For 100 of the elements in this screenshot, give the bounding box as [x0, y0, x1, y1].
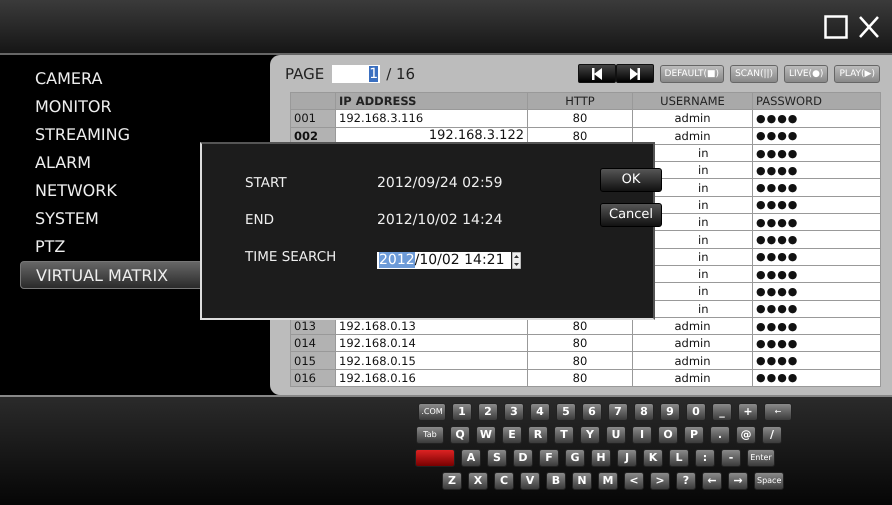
- keyboard-key[interactable]: Space: [754, 472, 784, 490]
- dialog-button[interactable]: OK: [600, 168, 662, 192]
- keyboard-key[interactable]: X: [468, 472, 488, 490]
- keyboard-key[interactable]: .: [710, 426, 730, 444]
- keyboard-key[interactable]: -: [721, 449, 741, 467]
- keyboard-key[interactable]: V: [520, 472, 540, 490]
- keyboard-key[interactable]: →: [728, 472, 748, 490]
- password-cell: ●●●●: [752, 214, 880, 231]
- keyboard-key[interactable]: K: [643, 449, 663, 467]
- table-cell: 192.168.0.16: [336, 369, 528, 387]
- keyboard-key[interactable]: 2: [478, 403, 498, 421]
- keyboard-key[interactable]: +: [738, 403, 758, 421]
- menu-item[interactable]: MONITOR: [20, 93, 250, 121]
- keyboard-key[interactable]: Y: [580, 426, 600, 444]
- keyboard-key[interactable]: ←: [702, 472, 722, 490]
- field-value: 2012/09/24 02:59: [377, 174, 504, 193]
- keyboard-key[interactable]: :: [695, 449, 715, 467]
- table-cell: admin: [632, 369, 752, 387]
- password-cell: ●●●●: [752, 248, 880, 266]
- keyboard-key[interactable]: @: [736, 426, 756, 444]
- page-total: / 16: [386, 64, 416, 82]
- page-label: PAGE: [285, 64, 324, 82]
- keyboard-key[interactable]: M: [598, 472, 618, 490]
- keyboard-key[interactable]: D: [513, 449, 533, 467]
- menu-item[interactable]: CAMERA: [20, 65, 250, 93]
- keyboard-key[interactable]: 0: [686, 403, 706, 421]
- keyboard-key[interactable]: 3: [504, 403, 524, 421]
- keyboard-key[interactable]: B: [546, 472, 566, 490]
- close-icon[interactable]: [858, 14, 880, 38]
- password-cell: ●●●●: [752, 369, 880, 387]
- keyboard-key[interactable]: S: [487, 449, 507, 467]
- keyboard-key[interactable]: Enter: [747, 449, 775, 467]
- dialog-button[interactable]: Cancel: [600, 203, 662, 227]
- table-cell: 80: [528, 334, 632, 352]
- keyboard-key[interactable]: R: [528, 426, 548, 444]
- table-cell: 192.168.0.15: [336, 352, 528, 370]
- password-cell: ●●●●: [752, 127, 880, 144]
- keyboard-key[interactable]: N: [572, 472, 592, 490]
- keyboard-key[interactable]: U: [606, 426, 626, 444]
- keyboard-key[interactable]: 5: [556, 403, 576, 421]
- spinner-icon[interactable]: [512, 252, 521, 269]
- keyboard-key[interactable]: P: [684, 426, 704, 444]
- keyboard-key[interactable]: 6: [582, 403, 602, 421]
- keyboard-key[interactable]: T: [554, 426, 574, 444]
- field-label: END: [245, 211, 276, 230]
- table-cell: admin: [632, 127, 752, 144]
- keyboard-key[interactable]: H: [591, 449, 611, 467]
- keyboard-key[interactable]: Tab: [416, 426, 444, 444]
- password-cell: ●●●●: [752, 162, 880, 179]
- keyboard-key[interactable]: Z: [442, 472, 462, 490]
- keyboard-key[interactable]: Q: [450, 426, 470, 444]
- table-cell: 80: [528, 110, 632, 128]
- keyboard-key[interactable]: 9: [660, 403, 680, 421]
- table-cell: admin: [632, 334, 752, 352]
- column-header: USERNAME: [632, 92, 752, 110]
- keyboard-key[interactable]: [415, 449, 455, 467]
- keyboard-key[interactable]: E: [502, 426, 522, 444]
- first-page-button[interactable]: [578, 64, 616, 83]
- password-cell: ●●●●: [752, 230, 880, 248]
- keyboard-key[interactable]: A: [461, 449, 481, 467]
- maximize-icon[interactable]: [824, 14, 848, 38]
- last-page-button[interactable]: [616, 64, 654, 83]
- password-cell: ●●●●: [752, 265, 880, 283]
- keyboard-key[interactable]: C: [494, 472, 514, 490]
- row-number: 001: [290, 110, 336, 128]
- column-header: IP ADDRESS: [336, 92, 528, 110]
- password-cell: ●●●●: [752, 144, 880, 162]
- password-cell: ●●●●: [752, 300, 880, 318]
- table-cell: 192.168.0.14: [336, 334, 528, 352]
- keyboard-key[interactable]: 7: [608, 403, 628, 421]
- keyboard-key[interactable]: /: [762, 426, 782, 444]
- table-cell: admin: [632, 317, 752, 335]
- password-cell: ●●●●: [752, 110, 880, 128]
- menu-item[interactable]: STREAMING: [20, 121, 250, 149]
- keyboard-key[interactable]: >: [650, 472, 670, 490]
- password-cell: ●●●●: [752, 334, 880, 352]
- keyboard-key[interactable]: W: [476, 426, 496, 444]
- keyboard-key[interactable]: <: [624, 472, 644, 490]
- field-value: 2012/10/02 14:24: [377, 211, 504, 230]
- keyboard-key[interactable]: O: [658, 426, 678, 444]
- password-cell: ●●●●: [752, 317, 880, 335]
- keyboard-key[interactable]: .COM: [418, 403, 446, 421]
- keyboard-key[interactable]: F: [539, 449, 559, 467]
- table-cell: admin: [632, 110, 752, 128]
- keyboard-key[interactable]: ←: [764, 403, 792, 421]
- keyboard-key[interactable]: 8: [634, 403, 654, 421]
- keyboard-key[interactable]: I: [632, 426, 652, 444]
- row-number: 015: [290, 352, 336, 370]
- keyboard-key[interactable]: 1: [452, 403, 472, 421]
- skip-back-icon: [590, 68, 604, 80]
- keyboard-key[interactable]: 4: [530, 403, 550, 421]
- keyboard-key[interactable]: _: [712, 403, 732, 421]
- password-cell: ●●●●: [752, 178, 880, 196]
- keyboard-key[interactable]: J: [617, 449, 637, 467]
- keyboard-key[interactable]: L: [669, 449, 689, 467]
- column-header: PASSWORD: [752, 92, 880, 110]
- keyboard-key[interactable]: G: [565, 449, 585, 467]
- keyboard-key[interactable]: ?: [676, 472, 696, 490]
- page-field[interactable]: 1: [332, 64, 380, 82]
- field-label: START: [245, 174, 288, 193]
